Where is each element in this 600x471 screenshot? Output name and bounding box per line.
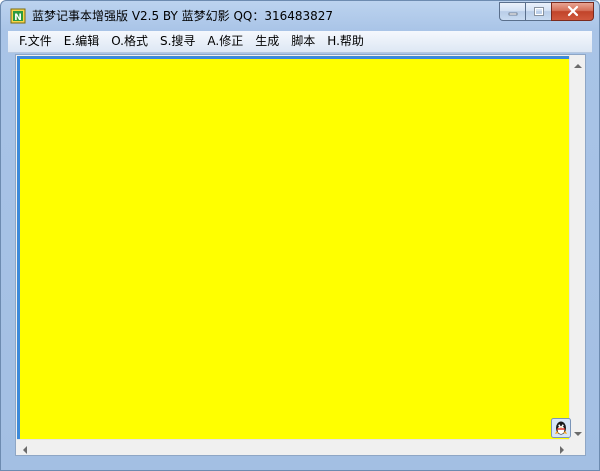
scroll-up-icon <box>574 54 582 73</box>
scroll-up-arrow[interactable] <box>570 55 586 71</box>
close-icon <box>567 2 579 21</box>
scroll-right-arrow[interactable] <box>554 440 570 456</box>
menu-script[interactable]: 脚本 <box>285 31 321 52</box>
minimize-button[interactable] <box>499 2 525 21</box>
size-grip <box>569 439 585 455</box>
svg-text:N: N <box>14 13 22 23</box>
menu-help[interactable]: H.帮助 <box>321 31 370 52</box>
menu-format[interactable]: O.格式 <box>105 31 154 52</box>
menu-edit[interactable]: E.编辑 <box>58 31 105 52</box>
text-editor-area[interactable] <box>17 56 570 440</box>
notepad-app-icon[interactable]: N <box>10 8 26 24</box>
app-window: N 蓝梦记事本增强版 V2.5 BY 蓝梦幻影 QQ：316483827 F.文… <box>0 0 600 471</box>
menu-file[interactable]: F.文件 <box>8 31 58 52</box>
window-title: 蓝梦记事本增强版 V2.5 BY 蓝梦幻影 QQ：316483827 <box>32 9 334 23</box>
scroll-left-icon <box>22 439 28 458</box>
menu-bar: F.文件 E.编辑 O.格式 S.搜寻 A.修正 生成 脚本 H.帮助 <box>8 31 592 53</box>
maximize-icon <box>533 2 544 21</box>
scroll-right-icon <box>559 439 565 458</box>
menu-fix[interactable]: A.修正 <box>201 31 249 52</box>
scroll-down-icon <box>574 422 582 441</box>
minimize-icon <box>508 2 518 21</box>
title-bar[interactable]: N 蓝梦记事本增强版 V2.5 BY 蓝梦幻影 QQ：316483827 <box>1 1 599 31</box>
client-area <box>15 54 586 456</box>
menu-generate[interactable]: 生成 <box>249 31 285 52</box>
menu-search[interactable]: S.搜寻 <box>154 31 201 52</box>
vertical-scrollbar[interactable] <box>569 55 585 439</box>
close-button[interactable] <box>551 2 594 21</box>
horizontal-scrollbar[interactable] <box>17 439 570 455</box>
scroll-left-arrow[interactable] <box>17 440 33 456</box>
maximize-button[interactable] <box>525 2 551 21</box>
qq-penguin-icon[interactable] <box>551 418 571 438</box>
scroll-down-arrow[interactable] <box>570 423 586 439</box>
caption-buttons <box>499 2 594 22</box>
